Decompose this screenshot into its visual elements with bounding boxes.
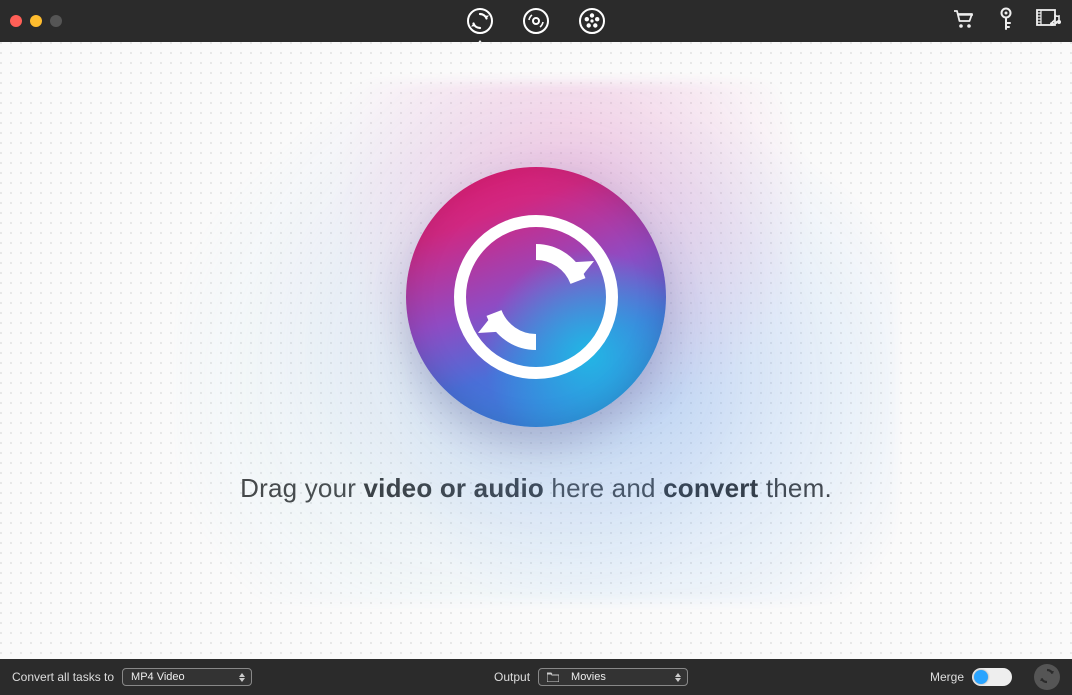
output-folder-label: Output	[494, 670, 530, 684]
folder-icon	[547, 672, 559, 682]
hint-part-2: here and	[544, 473, 663, 503]
hint-bold-1: video or audio	[364, 473, 544, 503]
disc-icon	[522, 7, 550, 35]
convert-format-label: Convert all tasks to	[12, 670, 114, 684]
window-controls	[10, 15, 62, 27]
merge-label: Merge	[930, 670, 964, 684]
mode-tabs	[466, 7, 606, 35]
hint-part-1: Drag your	[240, 473, 363, 503]
hint-bold-2: convert	[663, 473, 758, 503]
output-folder-value: Movies	[571, 671, 606, 683]
register-button[interactable]	[998, 7, 1014, 36]
cart-icon	[952, 8, 976, 35]
convert-format-select[interactable]: MP4 Video	[122, 668, 252, 686]
drop-zone[interactable]: Drag your video or audio here and conver…	[0, 42, 1072, 659]
start-convert-button[interactable]	[1034, 664, 1060, 690]
stepper-arrows-icon	[673, 673, 683, 682]
convert-cycle-hero-icon	[436, 197, 636, 397]
close-window-button[interactable]	[10, 15, 22, 27]
key-icon	[998, 7, 1014, 36]
stepper-arrows-icon	[237, 673, 247, 682]
convert-cycle-icon	[466, 7, 494, 35]
minimize-window-button[interactable]	[30, 15, 42, 27]
media-library-button[interactable]	[1036, 8, 1062, 35]
hint-part-3: them.	[758, 473, 831, 503]
convert-format-value: MP4 Video	[131, 671, 185, 683]
merge-toggle[interactable]	[972, 668, 1012, 686]
convert-cycle-small-icon	[1038, 667, 1056, 688]
film-reel-icon	[578, 7, 606, 35]
output-folder-select[interactable]: Movies	[538, 668, 688, 686]
topbar-actions	[952, 7, 1062, 36]
media-clip-icon	[1036, 8, 1062, 35]
merge-control: Merge	[930, 668, 1012, 686]
tab-toolbox[interactable]	[578, 7, 606, 35]
title-bar	[0, 0, 1072, 42]
drop-zone-hint: Drag your video or audio here and conver…	[240, 473, 832, 504]
tab-burn[interactable]	[522, 7, 550, 35]
store-button[interactable]	[952, 8, 976, 35]
tab-convert[interactable]	[466, 7, 494, 35]
bottom-toolbar: Convert all tasks to MP4 Video Output Mo…	[0, 659, 1072, 695]
toggle-knob	[974, 670, 988, 684]
zoom-window-button[interactable]	[50, 15, 62, 27]
convert-hero-badge	[406, 167, 666, 427]
